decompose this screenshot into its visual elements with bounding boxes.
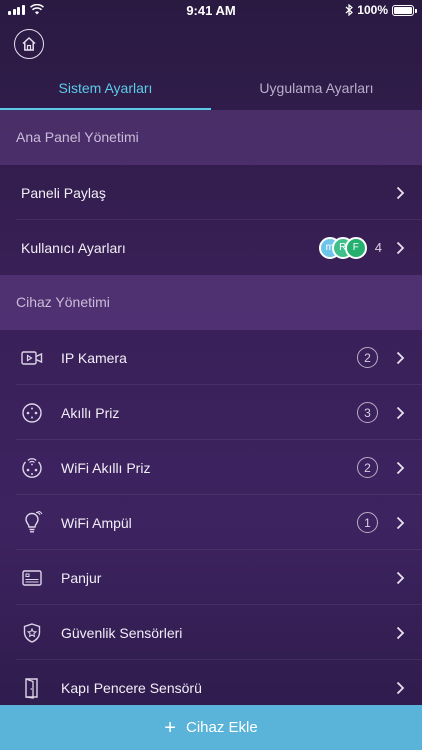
row-label: Panjur: [61, 569, 102, 586]
row-label: Paneli Paylaş: [21, 184, 106, 201]
plug-icon: [21, 402, 43, 424]
avatar: F: [344, 236, 367, 259]
wifi-plug-icon: [21, 457, 43, 479]
plus-icon: +: [164, 716, 176, 739]
shutter-icon: [21, 567, 43, 589]
camera-icon: [21, 347, 43, 369]
row-label: WiFi Akıllı Priz: [61, 459, 151, 476]
add-device-label: Cihaz Ekle: [185, 719, 258, 736]
tab-app-settings[interactable]: Uygulama Ayarları: [211, 66, 422, 110]
row-wifi-smart-plug[interactable]: WiFi Akıllı Priz 2: [0, 440, 422, 495]
row-user-settings[interactable]: Kullanıcı Ayarları m R F 4: [0, 220, 422, 275]
row-label: Kullanıcı Ayarları: [21, 239, 126, 256]
chevron-right-icon: [394, 351, 406, 365]
section-header-devices: Cihaz Yönetimi: [0, 275, 422, 330]
row-security-sensors[interactable]: Güvenlik Sensörleri: [0, 605, 422, 660]
row-label: Kapı Pencere Sensörü: [61, 679, 202, 696]
chevron-right-icon: [394, 571, 406, 585]
row-wifi-bulb[interactable]: WiFi Ampül 1: [0, 495, 422, 550]
row-share-panel[interactable]: Paneli Paylaş: [0, 165, 422, 220]
chevron-right-icon: [394, 626, 406, 640]
row-smart-plug[interactable]: Akıllı Priz 3: [0, 385, 422, 440]
door-icon: [21, 677, 43, 699]
row-label: WiFi Ampül: [61, 514, 132, 531]
battery-percent: 100%: [357, 3, 388, 17]
chevron-right-icon: [394, 461, 406, 475]
home-icon: [22, 37, 36, 51]
chevron-right-icon: [394, 516, 406, 530]
settings-tabs: Sistem Ayarları Uygulama Ayarları: [0, 66, 422, 110]
device-count-badge: 1: [357, 512, 378, 533]
shield-star-icon: [21, 622, 43, 644]
row-label: Güvenlik Sensörleri: [61, 624, 183, 641]
chevron-right-icon: [394, 406, 406, 420]
row-shutter[interactable]: Panjur: [0, 550, 422, 605]
device-count-badge: 3: [357, 402, 378, 423]
user-avatars: m R F: [318, 236, 367, 259]
chevron-right-icon: [394, 241, 406, 255]
row-label: Akıllı Priz: [61, 404, 120, 421]
chevron-right-icon: [394, 681, 406, 695]
chevron-right-icon: [394, 186, 406, 200]
tab-system-settings[interactable]: Sistem Ayarları: [0, 66, 211, 110]
status-bar: 9:41 AM 100%: [0, 0, 422, 22]
bulb-icon: [21, 510, 43, 534]
section-header-panel: Ana Panel Yönetimi: [0, 110, 422, 165]
device-count-badge: 2: [357, 457, 378, 478]
device-count-badge: 2: [357, 347, 378, 368]
battery-icon: [392, 4, 417, 16]
bluetooth-icon: [345, 4, 354, 16]
home-button[interactable]: [14, 29, 44, 59]
status-right: 100%: [345, 3, 417, 17]
user-count: 4: [374, 240, 382, 255]
add-device-button[interactable]: + Cihaz Ekle: [0, 705, 422, 750]
row-ip-camera[interactable]: IP Kamera 2: [0, 330, 422, 385]
row-label: IP Kamera: [61, 349, 127, 366]
